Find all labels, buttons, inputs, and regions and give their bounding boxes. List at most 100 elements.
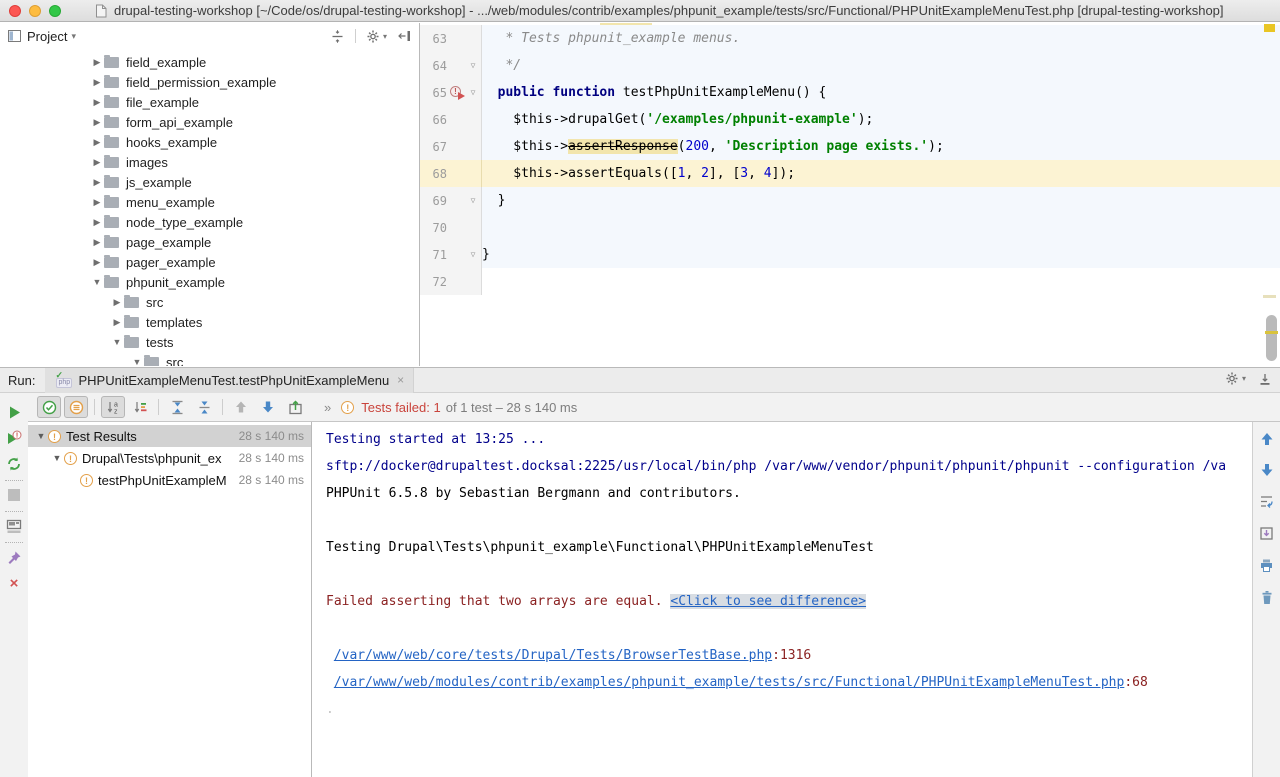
project-tree-item-field_permission_example[interactable]: ▶field_permission_example <box>0 72 419 92</box>
chevron-collapsed-icon[interactable]: ▶ <box>110 297 124 308</box>
chevron-down-icon[interactable]: ▾ <box>71 31 76 42</box>
code-text[interactable] <box>482 268 1280 295</box>
console-link[interactable]: <Click to see difference> <box>670 594 866 609</box>
test-tree-row[interactable]: ▼!Test Results28 s 140 ms <box>28 425 311 447</box>
code-text[interactable]: */ <box>482 52 1280 79</box>
gear-dropdown-icon[interactable]: ▾ <box>1225 371 1246 386</box>
project-tree-item-phpunit_example[interactable]: ▼phpunit_example <box>0 272 419 292</box>
test-tree-row[interactable]: ▼!Drupal\Tests\phpunit_ex28 s 140 ms <box>28 447 311 469</box>
project-tree-item-node_type_example[interactable]: ▶node_type_example <box>0 212 419 232</box>
rerun-failed-icon[interactable]: ! <box>6 430 22 446</box>
sort-duration-button[interactable] <box>128 396 152 418</box>
soft-wrap-button[interactable] <box>1259 494 1274 514</box>
code-text[interactable]: * Tests phpunit_example menus. <box>482 25 1280 52</box>
gear-dropdown-icon[interactable]: ▾ <box>366 29 387 44</box>
rerun-button[interactable] <box>0 399 28 425</box>
project-tree-item-js_example[interactable]: ▶js_example <box>0 172 419 192</box>
chevron-expanded-icon[interactable]: ▼ <box>130 357 144 366</box>
test-console-output[interactable]: Testing started at 13:25 ...sftp://docke… <box>312 422 1252 777</box>
prev-failed-button[interactable] <box>229 396 253 418</box>
show-ignored-button[interactable] <box>64 396 88 418</box>
stop-icon[interactable] <box>8 489 20 501</box>
chevron-collapsed-icon[interactable]: ▶ <box>90 137 104 148</box>
next-failed-button[interactable] <box>256 396 280 418</box>
clear-all-button[interactable] <box>1260 590 1274 610</box>
project-tree-item-pager_example[interactable]: ▶pager_example <box>0 252 419 272</box>
close-button[interactable]: × <box>0 570 28 596</box>
code-text[interactable] <box>482 214 1280 241</box>
close-tab-icon[interactable]: × <box>397 373 404 387</box>
chevron-expanded-icon[interactable]: ▼ <box>34 431 48 441</box>
fold-marker-icon[interactable]: ▽ <box>466 61 480 70</box>
code-editor[interactable]: 63 * Tests phpunit_example menus.64▽ */6… <box>420 23 1280 366</box>
chevron-collapsed-icon[interactable]: ▶ <box>90 117 104 128</box>
fold-marker-icon[interactable]: ▽ <box>466 196 480 205</box>
hide-panel-icon[interactable] <box>397 29 411 43</box>
gutter[interactable]: 68 <box>420 160 482 187</box>
restore-layout-button[interactable] <box>0 513 28 539</box>
chevron-more-icon[interactable]: » <box>324 400 331 415</box>
chevron-collapsed-icon[interactable]: ▶ <box>90 217 104 228</box>
collapse-all-button[interactable] <box>192 396 216 418</box>
editor-scrollbar[interactable] <box>1266 315 1277 361</box>
error-stripe-mark[interactable] <box>1264 24 1275 32</box>
project-tree-item-page_example[interactable]: ▶page_example <box>0 232 419 252</box>
show-passed-button[interactable] <box>37 396 61 418</box>
gutter[interactable]: 71▽ <box>420 241 482 268</box>
project-tree-item-hooks_example[interactable]: ▶hooks_example <box>0 132 419 152</box>
chevron-collapsed-icon[interactable]: ▶ <box>90 57 104 68</box>
project-tree-item-field_example[interactable]: ▶field_example <box>0 52 419 72</box>
code-text[interactable]: $this->assertEquals([1, 2], [3, 4]); <box>482 160 1280 187</box>
project-tree-item-tests[interactable]: ▼tests <box>0 332 419 352</box>
minimize-window-button[interactable] <box>29 5 41 17</box>
gutter[interactable]: 65!▽ <box>420 79 482 106</box>
chevron-collapsed-icon[interactable]: ▶ <box>90 177 104 188</box>
down-arrow-button[interactable] <box>1260 463 1274 482</box>
gutter[interactable]: 72 <box>420 268 482 295</box>
sort-alpha-button[interactable]: az <box>101 396 125 418</box>
project-tree-item-form_api_example[interactable]: ▶form_api_example <box>0 112 419 132</box>
project-tree-item-images[interactable]: ▶images <box>0 152 419 172</box>
expand-all-button[interactable] <box>165 396 189 418</box>
chevron-expanded-icon[interactable]: ▼ <box>110 337 124 347</box>
console-link[interactable]: /var/www/web/core/tests/Drupal/Tests/Bro… <box>334 648 772 663</box>
chevron-collapsed-icon[interactable]: ▶ <box>110 317 124 328</box>
chevron-collapsed-icon[interactable]: ▶ <box>90 77 104 88</box>
project-tree-item-file_example[interactable]: ▶file_example <box>0 92 419 112</box>
import-results-button[interactable] <box>283 396 307 418</box>
project-tree-item-menu_example[interactable]: ▶menu_example <box>0 192 419 212</box>
close-window-button[interactable] <box>9 5 21 17</box>
chevron-collapsed-icon[interactable]: ▶ <box>90 237 104 248</box>
chevron-collapsed-icon[interactable]: ▶ <box>90 257 104 268</box>
error-stripe-tick[interactable] <box>1263 295 1276 298</box>
test-tree-row[interactable]: !testPhpUnitExampleM28 s 140 ms <box>28 469 311 491</box>
chevron-collapsed-icon[interactable]: ▶ <box>90 157 104 168</box>
run-tab[interactable]: ✓php PHPUnitExampleMenuTest.testPhpUnitE… <box>45 368 414 393</box>
hide-icon[interactable] <box>1258 372 1272 386</box>
code-text[interactable]: $this->assertResponse(200, 'Description … <box>482 133 1280 160</box>
up-arrow-button[interactable] <box>1260 432 1274 451</box>
pin-icon[interactable] <box>7 550 22 565</box>
zoom-window-button[interactable] <box>49 5 61 17</box>
chevron-collapsed-icon[interactable]: ▶ <box>90 197 104 208</box>
error-stripe-tick[interactable] <box>1265 331 1278 334</box>
project-tree-item-templates[interactable]: ▶templates <box>0 312 419 332</box>
fold-marker-icon[interactable]: ▽ <box>466 88 480 97</box>
rerun-icon[interactable] <box>7 405 22 420</box>
rerun-failed-button[interactable]: ! <box>0 425 28 451</box>
chevron-expanded-icon[interactable]: ▼ <box>50 453 64 463</box>
code-text[interactable]: } <box>482 241 1280 268</box>
close-icon[interactable]: × <box>10 576 19 591</box>
pin-button[interactable] <box>0 544 28 570</box>
gutter[interactable]: 69▽ <box>420 187 482 214</box>
scroll-to-end-button[interactable] <box>1259 526 1274 546</box>
restore-layout-icon[interactable] <box>6 519 22 534</box>
print-button[interactable] <box>1259 558 1274 578</box>
project-tree-item-src[interactable]: ▼src <box>0 352 419 366</box>
stop-button[interactable] <box>0 482 28 508</box>
code-text[interactable]: $this->drupalGet('/examples/phpunit-exam… <box>482 106 1280 133</box>
gutter[interactable]: 66 <box>420 106 482 133</box>
code-text[interactable]: public function testPhpUnitExampleMenu()… <box>482 79 1280 106</box>
fold-marker-icon[interactable]: ▽ <box>466 250 480 259</box>
console-link[interactable]: /var/www/web/modules/contrib/examples/ph… <box>334 675 1125 690</box>
